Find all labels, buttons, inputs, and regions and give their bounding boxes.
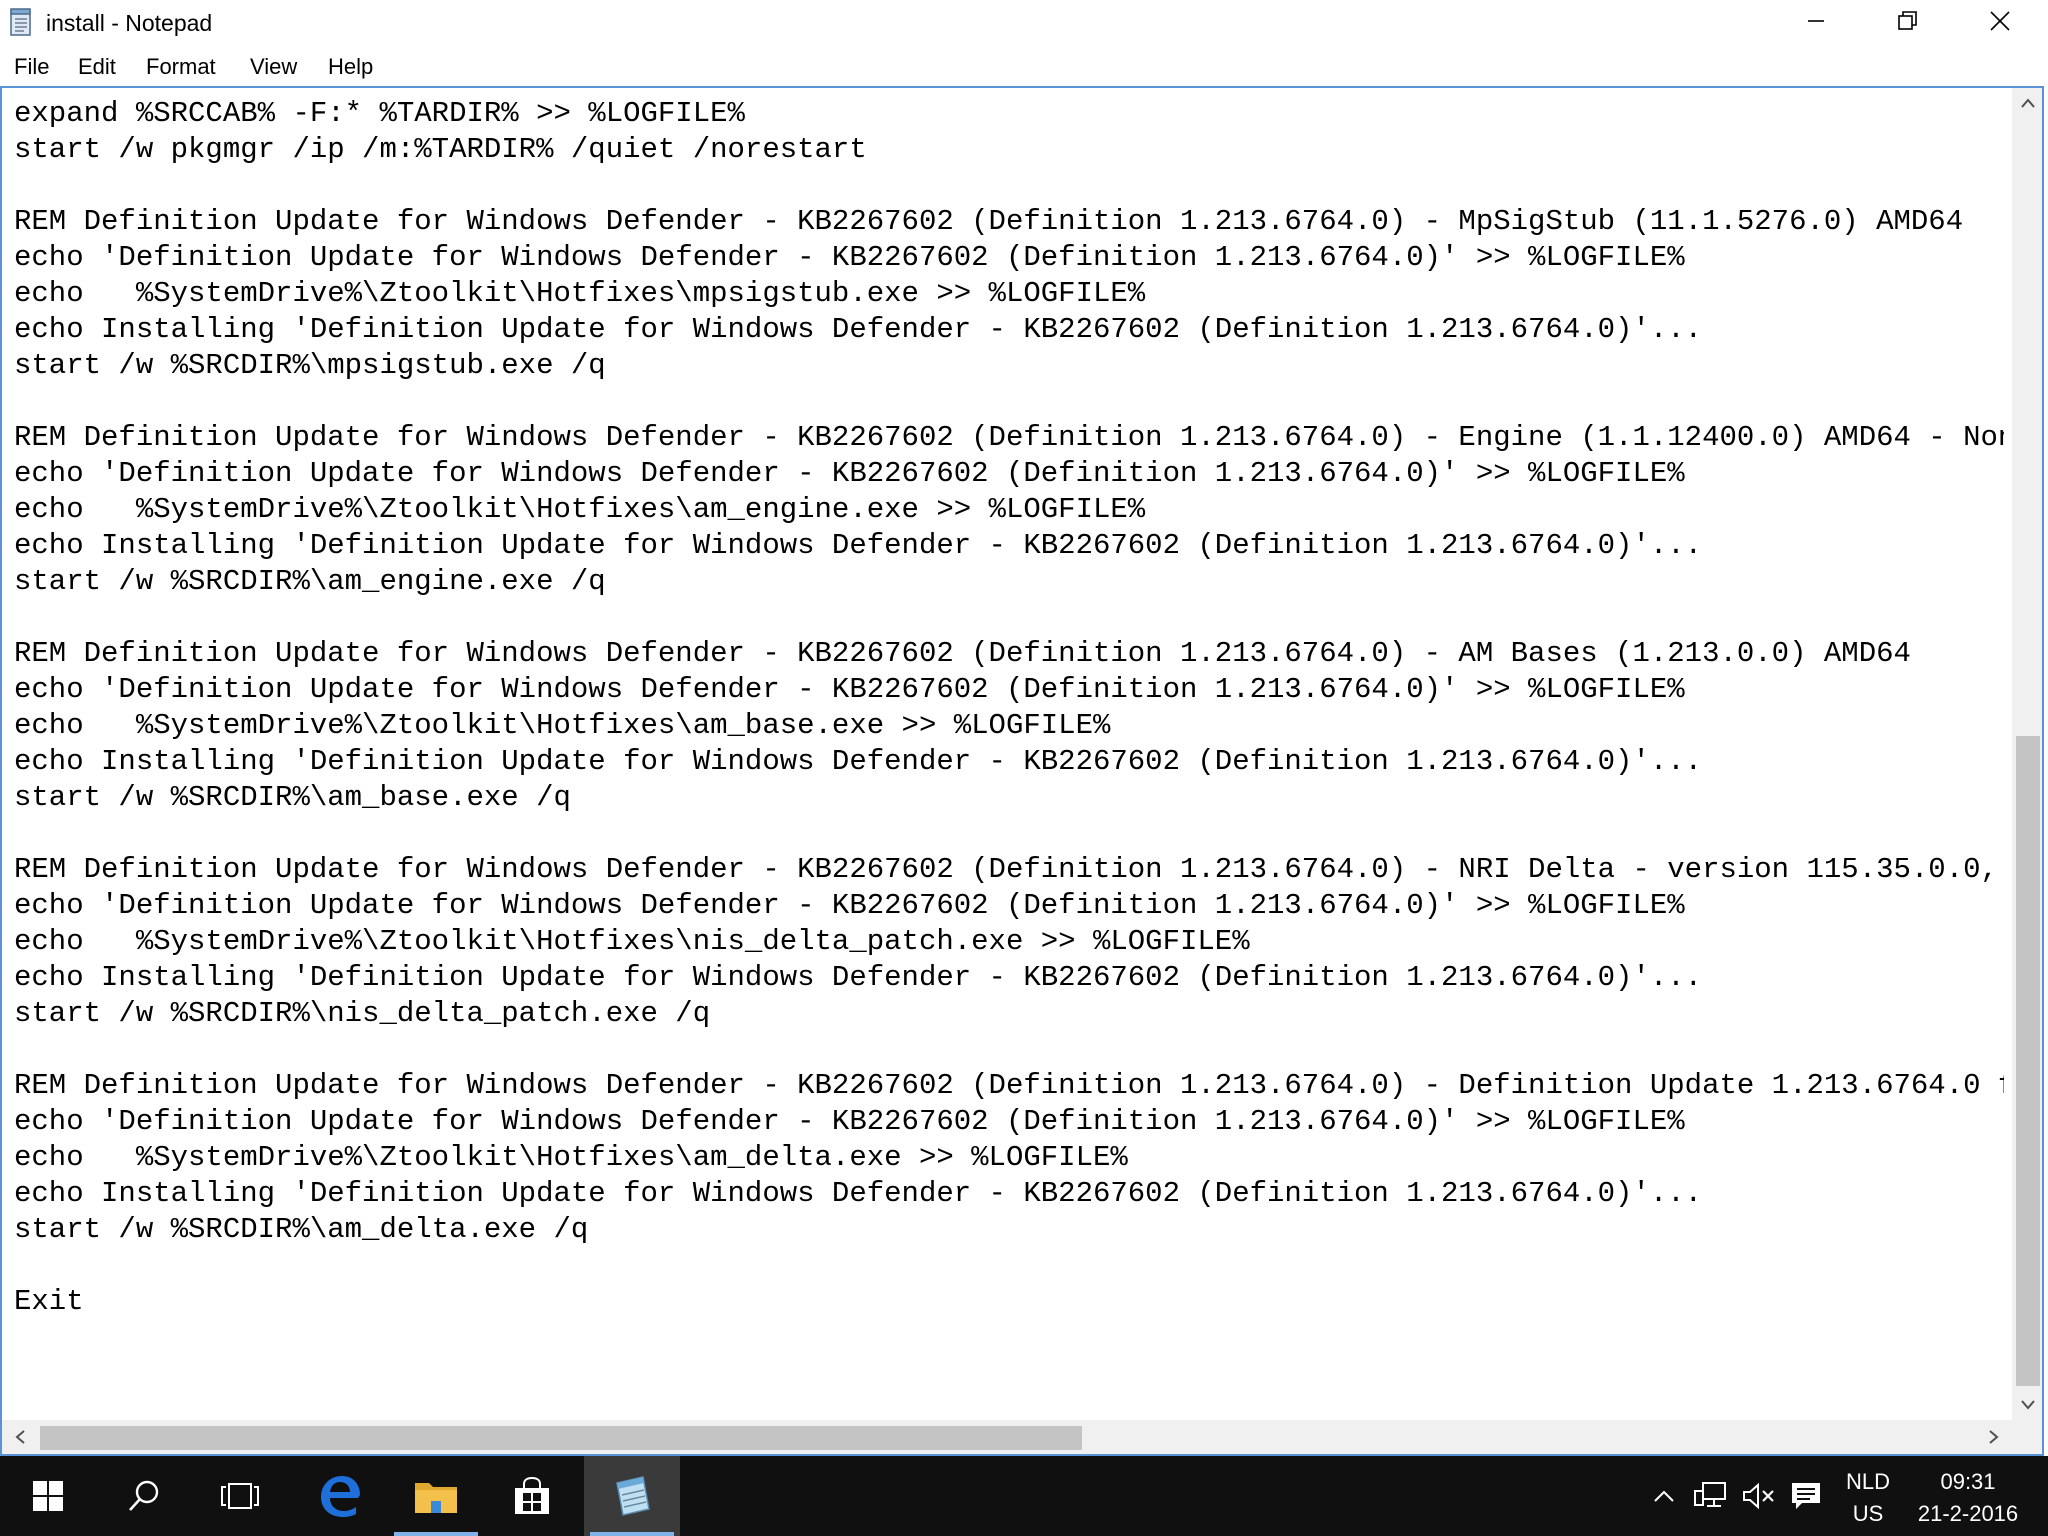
- text-line: [14, 384, 2004, 420]
- text-line: start /w pkgmgr /ip /m:%TARDIR% /quiet /…: [14, 133, 867, 166]
- search-icon: [129, 1480, 159, 1511]
- text-line: echo %SystemDrive%\Ztoolkit\Hotfixes\am_…: [14, 1141, 1128, 1174]
- text-line: Exit: [14, 1285, 84, 1318]
- text-line: echo Installing 'Definition Update for W…: [14, 529, 1703, 562]
- chevron-left-icon: [15, 1430, 25, 1444]
- window-title: install - Notepad: [46, 10, 213, 36]
- text-line: start /w %SRCDIR%\am_engine.exe /q: [14, 565, 606, 598]
- text-line: echo 'Definition Update for Windows Defe…: [14, 241, 1685, 274]
- text-line: echo %SystemDrive%\Ztoolkit\Hotfixes\am_…: [14, 709, 1111, 742]
- language-code: NLD: [1845, 1469, 1890, 1494]
- text-line: expand %SRCCAB% -F:* %TARDIR% >> %LOGFIL…: [14, 97, 745, 130]
- windows-logo-icon: [33, 1481, 63, 1511]
- text-line: [14, 1248, 2004, 1284]
- search-button[interactable]: [96, 1456, 192, 1536]
- menu-file[interactable]: File: [12, 52, 51, 82]
- scroll-right-button[interactable]: [1976, 1420, 2012, 1454]
- horizontal-scroll-thumb[interactable]: [40, 1426, 1082, 1450]
- clock-date: 21-2-2016: [1917, 1501, 2019, 1526]
- notepad-icon: [616, 1476, 650, 1516]
- volume-button[interactable]: [1738, 1476, 1778, 1516]
- text-line: start /w %SRCDIR%\am_delta.exe /q: [14, 1213, 589, 1246]
- notification-icon: [1792, 1483, 1820, 1509]
- text-content[interactable]: expand %SRCCAB% -F:* %TARDIR% >> %LOGFIL…: [14, 96, 2004, 1416]
- show-hidden-icons-button[interactable]: [1644, 1476, 1684, 1516]
- scroll-up-button[interactable]: [2012, 88, 2042, 118]
- text-line: [14, 1032, 2004, 1068]
- action-center-button[interactable]: [1786, 1476, 1826, 1516]
- task-view-icon: [221, 1483, 259, 1509]
- menu-format[interactable]: Format: [144, 52, 218, 82]
- text-line: echo %SystemDrive%\Ztoolkit\Hotfixes\am_…: [14, 493, 1146, 526]
- menu-help[interactable]: Help: [326, 52, 375, 82]
- scroll-left-button[interactable]: [2, 1420, 38, 1454]
- clock-time: 09:31: [1940, 1469, 1996, 1494]
- task-view-button[interactable]: [192, 1456, 288, 1536]
- text-line: REM Definition Update for Windows Defend…: [14, 1069, 2004, 1102]
- text-line: [14, 600, 2004, 636]
- volume-muted-icon: [1743, 1482, 1774, 1510]
- text-line: echo 'Definition Update for Windows Defe…: [14, 889, 1685, 922]
- text-line: echo Installing 'Definition Update for W…: [14, 961, 1703, 994]
- store-button[interactable]: [484, 1456, 580, 1536]
- restore-icon: [1898, 11, 1917, 30]
- store-icon: [515, 1476, 549, 1514]
- chevron-down-icon: [2021, 1400, 2035, 1410]
- text-line: REM Definition Update for Windows Defend…: [14, 637, 1911, 670]
- text-line: REM Definition Update for Windows Defend…: [14, 853, 2004, 886]
- text-line: echo %SystemDrive%\Ztoolkit\Hotfixes\mps…: [14, 277, 1146, 310]
- folder-icon: [415, 1483, 457, 1513]
- text-line: echo Installing 'Definition Update for W…: [14, 1177, 1703, 1210]
- text-line: echo 'Definition Update for Windows Defe…: [14, 457, 1685, 490]
- text-line: [14, 168, 2004, 204]
- chevron-up-icon: [1654, 1490, 1674, 1502]
- edge-browser-button[interactable]: [292, 1456, 388, 1536]
- notepad-taskbar-button[interactable]: [584, 1456, 680, 1536]
- text-line: start /w %SRCDIR%\mpsigstub.exe /q: [14, 349, 606, 382]
- text-line: start /w %SRCDIR%\am_base.exe /q: [14, 781, 571, 814]
- network-icon: [1694, 1482, 1726, 1507]
- minimize-icon: [1808, 20, 1824, 22]
- close-button[interactable]: [1954, 0, 2046, 42]
- text-line: echo 'Definition Update for Windows Defe…: [14, 673, 1685, 706]
- text-line: [14, 816, 2004, 852]
- text-line: echo Installing 'Definition Update for W…: [14, 313, 1703, 346]
- input-language-button[interactable]: NLD US: [1838, 1466, 1898, 1530]
- text-line: start /w %SRCDIR%\nis_delta_patch.exe /q: [14, 997, 711, 1030]
- menu-bar: File Edit Format View Help: [0, 46, 2048, 86]
- close-icon: [1990, 11, 2010, 31]
- horizontal-scrollbar[interactable]: [2, 1420, 2012, 1454]
- menu-edit[interactable]: Edit: [76, 52, 118, 82]
- chevron-right-icon: [1989, 1430, 1999, 1444]
- text-line: echo Installing 'Definition Update for W…: [14, 745, 1703, 778]
- menu-view[interactable]: View: [248, 52, 299, 82]
- vertical-scrollbar[interactable]: [2012, 88, 2042, 1420]
- file-explorer-button[interactable]: [388, 1456, 484, 1536]
- text-editor[interactable]: expand %SRCCAB% -F:* %TARDIR% >> %LOGFIL…: [0, 86, 2044, 1456]
- restore-button[interactable]: [1862, 0, 1954, 42]
- notepad-app-icon[interactable]: [8, 8, 34, 36]
- start-button[interactable]: [0, 1456, 96, 1536]
- text-line: REM Definition Update for Windows Defend…: [14, 205, 1964, 238]
- edge-browser-icon: [321, 1476, 360, 1517]
- text-line: REM Definition Update for Windows Defend…: [14, 421, 2004, 454]
- vertical-scroll-thumb[interactable]: [2016, 736, 2040, 1386]
- network-button[interactable]: [1690, 1476, 1730, 1516]
- text-line: echo 'Definition Update for Windows Defe…: [14, 1105, 1685, 1138]
- text-line: echo %SystemDrive%\Ztoolkit\Hotfixes\nis…: [14, 925, 1250, 958]
- keyboard-layout: US: [1852, 1501, 1884, 1526]
- chevron-up-icon: [2021, 98, 2035, 108]
- scroll-down-button[interactable]: [2012, 1390, 2042, 1420]
- clock-button[interactable]: 09:31 21-2-2016: [1908, 1466, 2028, 1530]
- taskbar: NLD US 09:31 21-2-2016: [0, 1456, 2048, 1536]
- minimize-button[interactable]: [1770, 0, 1862, 42]
- title-bar[interactable]: install - Notepad: [0, 0, 2048, 46]
- scrollbar-corner: [2012, 1420, 2042, 1454]
